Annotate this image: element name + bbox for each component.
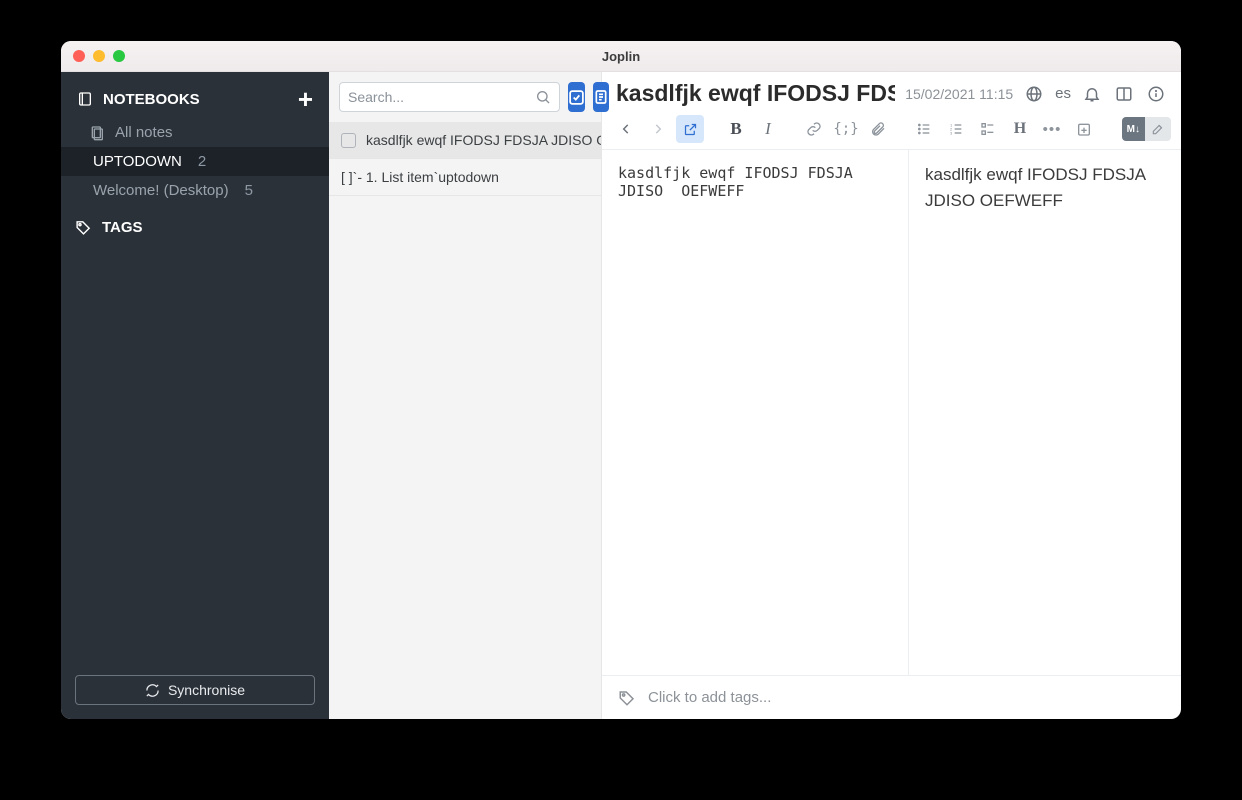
numbered-list-icon: 123 xyxy=(948,121,964,137)
sidebar-notebook-uptodown[interactable]: UPTODOWN 2 xyxy=(61,147,329,176)
note-list-item-title: [ ]`- 1. List item`uptodown xyxy=(341,169,499,185)
editor-preview: kasdlfjk ewqf IFODSJ FDSJA JDISO OEFWEFF xyxy=(909,150,1181,675)
checkbox-list-button[interactable] xyxy=(974,115,1002,143)
sync-icon xyxy=(145,683,160,698)
tag-icon xyxy=(75,219,92,236)
numbered-list-button[interactable]: 123 xyxy=(942,115,970,143)
add-notebook-button[interactable]: + xyxy=(298,86,313,112)
new-todo-button[interactable] xyxy=(568,82,585,112)
sidebar-all-notes[interactable]: All notes xyxy=(61,118,329,147)
hr-button[interactable]: ••• xyxy=(1038,115,1066,143)
toggle-layout-button[interactable] xyxy=(1113,83,1135,105)
bell-icon xyxy=(1083,85,1101,103)
note-title[interactable]: kasdlfjk ewqf IFODSJ FDSJA J xyxy=(616,80,895,107)
notebooks-header[interactable]: NOTEBOOKS + xyxy=(61,80,329,118)
spellcheck-button[interactable] xyxy=(1023,83,1045,105)
editor-body: kasdlfjk ewqf IFODSJ FDSJA JDISO OEFWEFF… xyxy=(602,150,1181,675)
chevron-right-icon xyxy=(651,122,665,136)
notebook-label: Welcome! (Desktop) xyxy=(93,182,229,199)
calendar-plus-icon xyxy=(1076,121,1092,137)
note-list-item[interactable]: kasdlfjk ewqf IFODSJ FDSJA JDISO OE xyxy=(329,122,601,159)
tags-bar[interactable]: Click to add tags... xyxy=(602,675,1181,719)
globe-icon xyxy=(1025,85,1043,103)
sidebar: NOTEBOOKS + All notes UPTODOWN 2 Welcome… xyxy=(61,72,329,719)
info-icon xyxy=(1147,85,1165,103)
bold-button[interactable]: B xyxy=(722,115,750,143)
info-button[interactable] xyxy=(1145,83,1167,105)
note-list-item[interactable]: [ ]`- 1. List item`uptodown xyxy=(329,159,601,196)
chevron-left-icon xyxy=(619,122,633,136)
italic-button[interactable]: I xyxy=(754,115,782,143)
window-title: Joplin xyxy=(602,49,640,64)
notebooks-label: NOTEBOOKS xyxy=(103,91,200,108)
note-list-toolbar xyxy=(329,72,601,122)
tags-header[interactable]: TAGS xyxy=(61,205,329,242)
external-edit-button[interactable] xyxy=(676,115,704,143)
all-notes-label: All notes xyxy=(115,124,173,141)
markdown-toggle[interactable]: M↓ xyxy=(1122,117,1145,141)
richtext-toggle[interactable] xyxy=(1145,117,1171,141)
notebook-label: UPTODOWN xyxy=(93,153,182,170)
svg-text:3: 3 xyxy=(950,130,953,135)
sync-label: Synchronise xyxy=(168,682,245,698)
search-box[interactable] xyxy=(339,82,560,112)
note-list-panel: kasdlfjk ewqf IFODSJ FDSJA JDISO OE [ ]`… xyxy=(329,72,602,719)
search-input[interactable] xyxy=(348,89,529,105)
external-link-icon xyxy=(683,122,698,137)
heading-button[interactable]: H xyxy=(1006,115,1034,143)
link-icon xyxy=(806,121,822,137)
bullet-list-icon xyxy=(916,121,932,137)
layout-icon xyxy=(1115,85,1133,103)
link-button[interactable] xyxy=(800,115,828,143)
editor-toolbar: B I {;} 123 H xyxy=(602,111,1181,150)
close-window-button[interactable] xyxy=(73,50,85,62)
minimize-window-button[interactable] xyxy=(93,50,105,62)
notebook-count: 2 xyxy=(198,153,206,170)
sync-button[interactable]: Synchronise xyxy=(75,675,315,705)
alarm-button[interactable] xyxy=(1081,83,1103,105)
editor-source[interactable]: kasdlfjk ewqf IFODSJ FDSJA JDISO OEFWEFF xyxy=(602,150,909,675)
note-date: 15/02/2021 11:15 xyxy=(905,86,1013,102)
editor-header: kasdlfjk ewqf IFODSJ FDSJA J 15/02/2021 … xyxy=(602,72,1181,111)
edit-icon xyxy=(1151,122,1165,136)
attachment-icon xyxy=(870,121,886,137)
app-window: Joplin NOTEBOOKS + All notes UPTODOWN 2 xyxy=(61,41,1181,719)
editor-panel: kasdlfjk ewqf IFODSJ FDSJA J 15/02/2021 … xyxy=(602,72,1181,719)
checkbox-list-icon xyxy=(980,121,996,137)
attach-button[interactable] xyxy=(864,115,892,143)
app-body: NOTEBOOKS + All notes UPTODOWN 2 Welcome… xyxy=(61,72,1181,719)
sidebar-notebook-welcome[interactable]: Welcome! (Desktop) 5 xyxy=(61,176,329,205)
tags-label: TAGS xyxy=(102,219,143,236)
search-icon xyxy=(535,89,551,105)
code-button[interactable]: {;} xyxy=(832,115,860,143)
insert-date-button[interactable] xyxy=(1070,115,1098,143)
notebook-count: 5 xyxy=(245,182,253,199)
note-list-item-title: kasdlfjk ewqf IFODSJ FDSJA JDISO OE xyxy=(366,132,601,148)
tags-placeholder: Click to add tags... xyxy=(648,689,771,706)
todo-checkbox[interactable] xyxy=(341,133,356,148)
tag-icon xyxy=(618,689,636,707)
titlebar: Joplin xyxy=(61,41,1181,72)
nav-back-button[interactable] xyxy=(612,115,640,143)
language-label: es xyxy=(1055,85,1071,102)
checkbox-icon xyxy=(568,89,585,106)
notebook-icon xyxy=(77,91,93,107)
nav-forward-button[interactable] xyxy=(644,115,672,143)
notes-icon xyxy=(89,125,105,141)
bullet-list-button[interactable] xyxy=(910,115,938,143)
window-controls xyxy=(73,50,125,62)
maximize-window-button[interactable] xyxy=(113,50,125,62)
